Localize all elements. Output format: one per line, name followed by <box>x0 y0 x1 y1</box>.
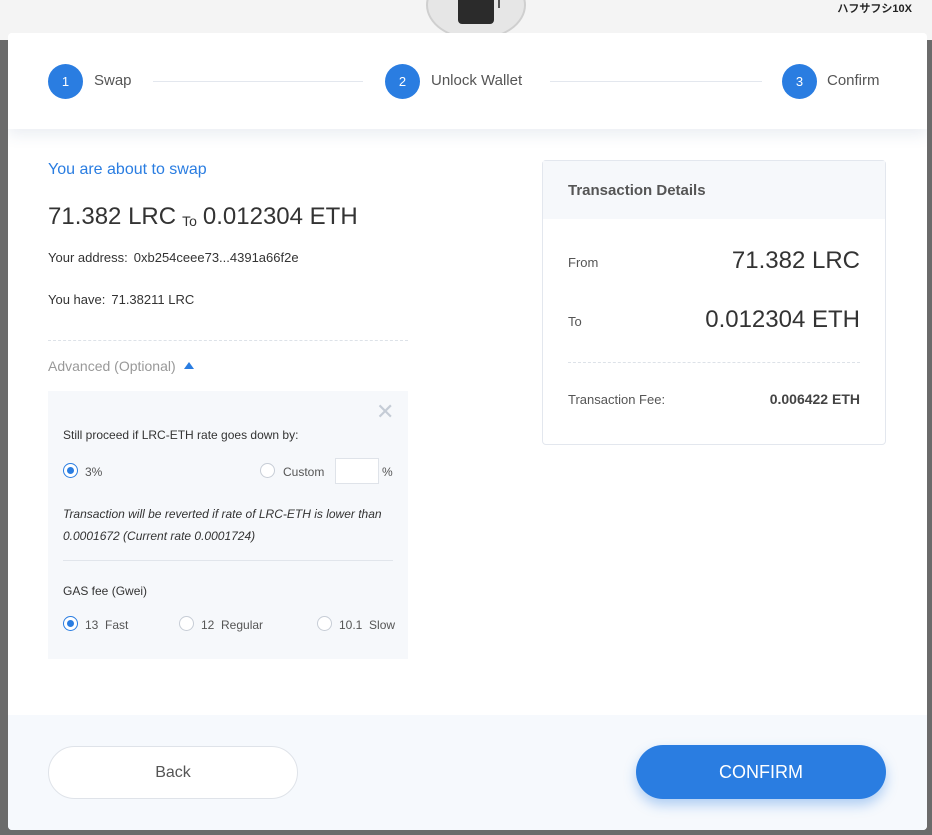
swap-to-word: To <box>182 213 197 229</box>
card-title: Transaction Details <box>568 182 706 199</box>
logo-arrow-icon <box>498 0 510 8</box>
swap-title: You are about to swap <box>48 161 207 178</box>
advanced-panel: ✕ Still proceed if LRC-ETH rate goes dow… <box>48 391 408 659</box>
stepper: 1 Swap 2 Unlock Wallet 3 Confirm <box>8 33 927 129</box>
swap-to-amount: 0.012304 ETH <box>202 203 358 230</box>
gas-regular-label: 12 Regular <box>201 618 264 632</box>
to-value: 0.012304 ETH <box>705 306 860 333</box>
slippage-3-radio[interactable] <box>63 463 78 478</box>
step-connector-1 <box>153 81 363 82</box>
to-label: To <box>568 314 582 329</box>
revert-note: Transaction will be reverted if rate of … <box>63 507 382 543</box>
panel-divider <box>63 560 393 561</box>
background-corner-text: ハフサフシ10X <box>837 3 912 15</box>
slippage-label: Still proceed if LRC-ETH rate goes down … <box>63 428 299 442</box>
advanced-toggle[interactable]: Advanced (Optional) <box>48 358 194 374</box>
address-line: Your address: 0xb254ceee73...4391a66f2e <box>48 250 299 265</box>
gas-slow-label: 10.1 Slow <box>339 618 396 632</box>
back-button[interactable]: Back <box>48 746 298 799</box>
swap-from-amount: 71.382 LRC <box>48 203 177 230</box>
from-label: From <box>568 255 599 270</box>
card-header: Transaction Details <box>543 161 885 219</box>
slippage-custom-label: Custom <box>283 465 325 479</box>
step-1-circle: 1 <box>48 64 83 99</box>
divider <box>48 340 408 341</box>
modal-footer: Back CONFIRM <box>8 715 927 830</box>
percent-sign: % <box>382 465 393 479</box>
slippage-3-label: 3% <box>85 465 103 479</box>
from-value: 71.382 LRC <box>731 247 860 274</box>
custom-slippage-input[interactable] <box>335 458 379 484</box>
balance-label: You have: <box>48 292 106 307</box>
confirm-button[interactable]: CONFIRM <box>636 745 886 799</box>
step-3-circle: 3 <box>782 64 817 99</box>
gas-fast-radio[interactable] <box>63 616 78 631</box>
swap-confirm-modal: 1 Swap 2 Unlock Wallet 3 Confirm You are… <box>8 33 927 830</box>
step-connector-2 <box>550 81 762 82</box>
card-divider <box>568 362 860 363</box>
gas-fee-label: GAS fee (Gwei) <box>63 584 148 598</box>
step-2-label: Unlock Wallet <box>431 72 523 89</box>
swap-summary: 71.382 LRC To 0.012304 ETH <box>48 203 358 231</box>
step-2-circle: 2 <box>385 64 420 99</box>
balance-value: 71.38211 LRC <box>111 292 195 307</box>
step-1-label: Swap <box>94 72 132 89</box>
advanced-label: Advanced (Optional) <box>48 358 176 374</box>
close-icon[interactable]: ✕ <box>376 401 394 423</box>
fee-value: 0.006422 ETH <box>769 391 860 407</box>
gas-regular-radio[interactable] <box>179 616 194 631</box>
gas-slow-radio[interactable] <box>317 616 332 631</box>
address-label: Your address: <box>48 250 128 265</box>
balance-line: You have: 71.38211 LRC <box>48 292 194 307</box>
step-3-label: Confirm <box>827 72 880 89</box>
slippage-custom-radio[interactable] <box>260 463 275 478</box>
gas-fast-label: 13 Fast <box>85 618 129 632</box>
address-value: 0xb254ceee73...4391a66f2e <box>133 250 299 265</box>
fee-label: Transaction Fee: <box>568 392 666 407</box>
triangle-up-icon <box>183 362 194 369</box>
logo-shape <box>458 0 494 24</box>
transaction-details-card: Transaction Details From 71.382 LRC To 0… <box>542 160 886 445</box>
